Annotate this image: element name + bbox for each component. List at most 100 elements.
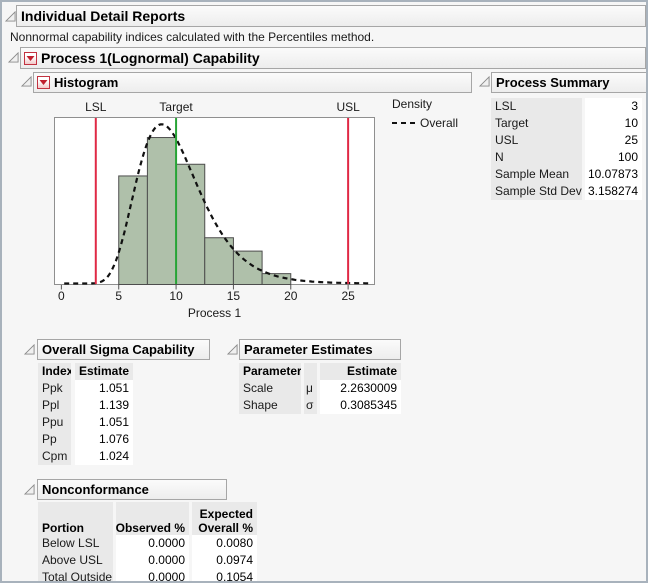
column-header: Index: [38, 363, 71, 380]
observed-value: 0.0000: [116, 569, 189, 583]
disclosure-triangle[interactable]: [227, 344, 238, 355]
estimate-value: 1.051: [75, 414, 133, 431]
estimate-value: 0.3085345: [320, 397, 401, 414]
individual-detail-reports-header[interactable]: Individual Detail Reports: [16, 5, 646, 27]
dashed-line-sample: [392, 122, 417, 124]
table-row: USL25: [491, 132, 642, 149]
disclosure-triangle[interactable]: [24, 344, 35, 355]
summary-label: USL: [491, 132, 582, 149]
table-row: Above USL0.00000.0974: [38, 552, 257, 569]
column-header: Portion: [38, 502, 113, 535]
summary-value: 25: [585, 132, 642, 149]
target-label: Target: [159, 100, 193, 114]
nonconformance-table: PortionObserved %ExpectedOverall %Below …: [38, 502, 257, 583]
report-title: Individual Detail Reports: [21, 8, 185, 24]
legend-entry-overall: Overall: [420, 116, 458, 130]
column-header: [304, 363, 317, 380]
summary-value: 3.158274: [585, 183, 642, 200]
summary-label: N: [491, 149, 582, 166]
column-header: Parameter: [239, 363, 301, 380]
summary-value: 100: [585, 149, 642, 166]
estimate-value: 1.051: [75, 380, 133, 397]
column-header: Observed %: [116, 502, 189, 535]
index-label: Ppk: [38, 380, 71, 397]
histogram-plot: LSL Target USL 0 5 10 15 20 25 Process 1: [50, 95, 382, 325]
parameter-estimates-header[interactable]: Parameter Estimates: [239, 339, 401, 360]
red-triangle-menu-button[interactable]: [24, 52, 37, 65]
parameter-label: Scale: [239, 380, 301, 397]
histogram-bar: [205, 238, 234, 285]
red-triangle-icon: [39, 79, 48, 86]
nonconformance-title: Nonconformance: [42, 482, 149, 497]
process-capability-header[interactable]: Process 1(Lognormal) Capability: [20, 47, 646, 69]
summary-value: 10.07873: [585, 166, 642, 183]
index-label: Ppu: [38, 414, 71, 431]
portion-label: Total Outside: [38, 569, 113, 583]
parameter-estimates-table: ParameterEstimateScaleμ2.2630009Shapeσ0.…: [239, 363, 401, 414]
legend: Density Overall: [392, 97, 458, 130]
usl-label: USL: [336, 100, 360, 114]
portion-label: Above USL: [38, 552, 113, 569]
parameter-symbol: μ: [304, 380, 317, 397]
x-tick-label: 0: [58, 289, 65, 303]
overall-sigma-table: IndexEstimatePpk1.051Ppl1.139Ppu1.051Pp1…: [38, 363, 133, 465]
table-row: Ppu1.051: [38, 414, 133, 431]
estimate-value: 2.2630009: [320, 380, 401, 397]
x-tick-label: 10: [169, 289, 183, 303]
estimate-value: 1.139: [75, 397, 133, 414]
parameter-label: Shape: [239, 397, 301, 414]
table-row: Below LSL0.00000.0080: [38, 535, 257, 552]
summary-value: 10: [585, 115, 642, 132]
table-row: Target10: [491, 115, 642, 132]
table-row: Pp1.076: [38, 431, 133, 448]
portion-label: Below LSL: [38, 535, 113, 552]
estimate-value: 1.076: [75, 431, 133, 448]
summary-label: Sample Mean: [491, 166, 582, 183]
index-label: Pp: [38, 431, 71, 448]
histogram-header[interactable]: Histogram: [33, 72, 472, 93]
x-tick-label: 15: [227, 289, 241, 303]
table-row: Ppl1.139: [38, 397, 133, 414]
overall-sigma-header[interactable]: Overall Sigma Capability: [37, 339, 210, 360]
observed-value: 0.0000: [116, 552, 189, 569]
table-row: Ppk1.051: [38, 380, 133, 397]
table-row: Total Outside0.00000.1054: [38, 569, 257, 583]
jmp-report-window: Individual Detail Reports Nonnormal capa…: [0, 0, 648, 583]
index-label: Ppl: [38, 397, 71, 414]
table-row: Scaleμ2.2630009: [239, 380, 401, 397]
histogram-bar: [119, 176, 148, 285]
summary-label: Target: [491, 115, 582, 132]
disclosure-triangle[interactable]: [8, 52, 19, 63]
x-tick-label: 5: [115, 289, 122, 303]
red-triangle-icon: [26, 55, 35, 62]
disclosure-triangle[interactable]: [24, 484, 35, 495]
disclosure-triangle[interactable]: [5, 11, 16, 22]
legend-title: Density: [392, 97, 458, 111]
histogram-title: Histogram: [54, 75, 118, 90]
process-summary-header[interactable]: Process Summary: [491, 72, 648, 93]
x-axis-label: Process 1: [188, 306, 242, 320]
process-summary-table: LSL3Target10USL25N100Sample Mean10.07873…: [491, 98, 642, 200]
summary-value: 3: [585, 98, 642, 115]
column-header: Estimate: [75, 363, 133, 380]
table-row: LSL3: [491, 98, 642, 115]
nonconformance-header[interactable]: Nonconformance: [37, 479, 227, 500]
method-note: Nonnormal capability indices calculated …: [10, 30, 374, 44]
table-row: IndexEstimate: [38, 363, 133, 380]
red-triangle-menu-button[interactable]: [37, 76, 50, 89]
x-tick-label: 20: [284, 289, 298, 303]
lsl-label: LSL: [85, 100, 107, 114]
observed-value: 0.0000: [116, 535, 189, 552]
column-header: ExpectedOverall %: [192, 502, 257, 535]
expected-value: 0.0080: [192, 535, 257, 552]
summary-label: LSL: [491, 98, 582, 115]
estimate-value: 1.024: [75, 448, 133, 465]
table-row: PortionObserved %ExpectedOverall %: [38, 502, 257, 535]
parameter-symbol: σ: [304, 397, 317, 414]
table-row: Sample Std Dev3.158274: [491, 183, 642, 200]
disclosure-triangle[interactable]: [21, 76, 32, 87]
disclosure-triangle[interactable]: [479, 76, 490, 87]
summary-label: Sample Std Dev: [491, 183, 582, 200]
x-tick-label: 25: [341, 289, 355, 303]
histogram-bar: [176, 164, 205, 284]
